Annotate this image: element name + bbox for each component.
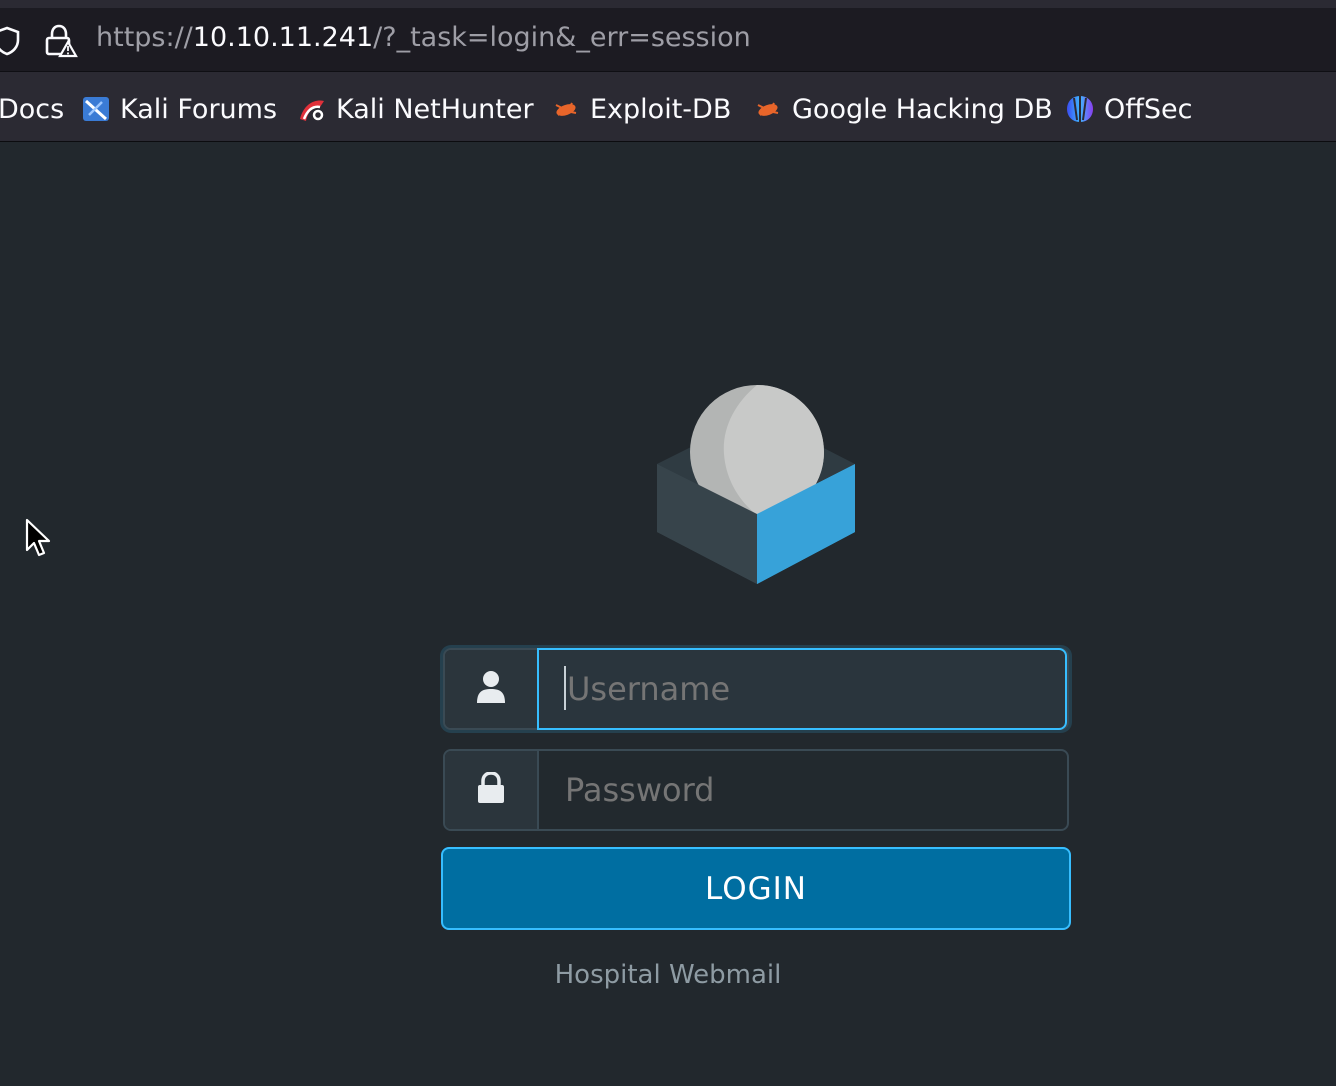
exploit-db-icon: [550, 93, 582, 125]
login-button[interactable]: LOGIN: [441, 847, 1071, 930]
password-addon: [445, 751, 539, 829]
exploit-db-icon: [752, 93, 784, 125]
bookmark-label: Exploit-DB: [590, 93, 732, 125]
bookmark-label: OffSec: [1104, 93, 1193, 125]
bookmark-google-hacking-db[interactable]: Google Hacking DB: [752, 92, 1053, 126]
address-bar[interactable]: https://10.10.11.241/?_task=login&_err=s…: [0, 8, 1336, 72]
login-page: [0, 142, 1336, 1086]
url-host: 10.10.11.241: [192, 22, 374, 53]
lock-icon: [477, 771, 505, 808]
lock-warning-icon[interactable]: [44, 24, 78, 62]
bookmark-offsec[interactable]: OffSec: [1064, 92, 1192, 126]
bookmark-kali-nethunter[interactable]: Kali NetHunter: [296, 92, 534, 126]
url-scheme: https://: [96, 22, 193, 53]
bookmark-label: Docs: [0, 93, 65, 125]
shield-icon[interactable]: [0, 26, 20, 60]
username-field[interactable]: [443, 648, 1069, 730]
user-icon: [477, 670, 505, 708]
bookmark-docs[interactable]: Docs: [0, 92, 64, 126]
username-input[interactable]: [537, 648, 1067, 730]
bookmark-label: Google Hacking DB: [792, 93, 1053, 125]
url-path: /?_task=login&_err=session: [373, 22, 751, 53]
bookmark-label: Kali Forums: [120, 93, 278, 125]
url-text[interactable]: https://10.10.11.241/?_task=login&_err=s…: [96, 22, 751, 53]
mouse-pointer-icon: [24, 518, 54, 564]
bookmarks-toolbar: Docs Kali Forums Kali NetHunter Exploit-…: [0, 72, 1336, 142]
password-input[interactable]: [537, 751, 1067, 829]
text-caret: [564, 666, 566, 710]
username-addon: [445, 650, 539, 728]
kali-forums-icon: [80, 93, 112, 125]
window-top-edge: [0, 0, 1336, 8]
bookmark-exploit-db[interactable]: Exploit-DB: [550, 92, 731, 126]
roundcube-logo-icon: [654, 384, 860, 592]
bookmark-kali-forums[interactable]: Kali Forums: [80, 92, 277, 126]
kali-nethunter-icon: [296, 93, 328, 125]
bookmark-label: Kali NetHunter: [336, 93, 534, 125]
product-name: Hospital Webmail: [554, 960, 782, 990]
offsec-icon: [1064, 93, 1096, 125]
password-field[interactable]: [443, 749, 1069, 831]
